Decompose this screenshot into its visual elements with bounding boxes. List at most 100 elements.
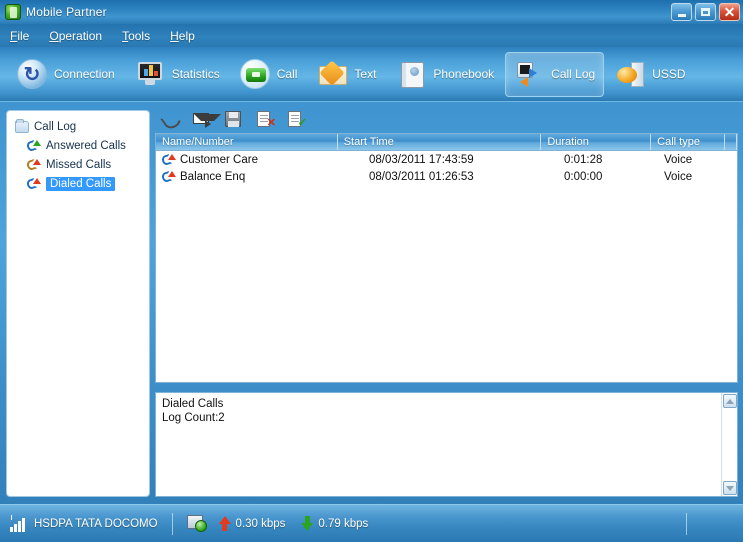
column-header-duration[interactable]: Duration xyxy=(541,134,652,150)
sidebar-label-answered-calls: Answered Calls xyxy=(46,139,126,152)
toolbar-label-ussd: USSD xyxy=(652,67,686,81)
log-panel: Dialed Calls Log Count:2 xyxy=(155,392,738,497)
menu-item-tools[interactable]: Tools xyxy=(122,27,161,45)
cell-name-number: Customer Care xyxy=(156,153,338,167)
cell-duration: 0:01:28 xyxy=(564,153,603,166)
sidebar-label-dialed-calls: Dialed Calls xyxy=(46,176,116,191)
sidebar-tree: Call Log Answered Calls Missed Calls Dia… xyxy=(6,110,150,497)
call-log-table: Name/Number Start Time Duration Call typ… xyxy=(155,133,738,383)
upload-rate-label: 0.30 kbps xyxy=(235,517,286,530)
log-panel-text: Dialed Calls Log Count:2 xyxy=(162,398,225,424)
sidebar-item-dialed-calls[interactable]: Dialed Calls xyxy=(11,174,145,193)
sidebar-item-missed-calls[interactable]: Missed Calls xyxy=(11,155,145,174)
toolbar-label-call-log: Call Log xyxy=(551,67,596,81)
arrow-down-icon xyxy=(301,516,314,531)
content-toolbar: ✕ ✓ xyxy=(155,105,738,133)
send-message-button[interactable] xyxy=(192,109,221,129)
cell-call-type: Voice xyxy=(664,153,693,166)
sidebar-item-answered-calls[interactable]: Answered Calls xyxy=(11,136,145,155)
bar-3 xyxy=(153,71,158,76)
sidebar-label-missed-calls: Missed Calls xyxy=(46,158,112,171)
chevron-up-icon xyxy=(726,398,734,404)
minimize-button[interactable] xyxy=(671,3,692,21)
cell-call-type: Voice xyxy=(664,170,693,183)
column-header-start-time[interactable]: Start Time xyxy=(338,134,542,150)
status-separator-1 xyxy=(171,512,173,535)
minimize-icon xyxy=(677,13,686,17)
phone-incoming-icon xyxy=(25,139,41,153)
close-icon: ✕ xyxy=(723,4,736,20)
scroll-up-button[interactable] xyxy=(723,394,737,408)
main-toolbar: Connection Statistics Call Text Phone xyxy=(0,47,743,102)
table-row[interactable]: Customer Care 08/03/2011 17:43:59 0:01:2… xyxy=(156,151,737,168)
call-button[interactable] xyxy=(161,109,183,129)
menu-label-help-rest: elp xyxy=(178,28,195,43)
app-window: Mobile Partner ✕ File Operation Tools He… xyxy=(0,0,743,542)
export-button[interactable]: ✓ xyxy=(285,109,307,129)
bar-1 xyxy=(143,69,148,76)
handset-icon xyxy=(163,112,179,126)
signal-bars-icon xyxy=(10,514,28,532)
toolbar-tab-phonebook[interactable]: Phonebook xyxy=(387,52,503,97)
menu-item-operation[interactable]: Operation xyxy=(49,27,113,45)
toolbar-label-connection: Connection xyxy=(54,67,115,81)
cell-duration: 0:00:00 xyxy=(564,170,603,183)
maximize-icon xyxy=(701,8,710,16)
sidebar-label-call-log-root: Call Log xyxy=(34,120,77,133)
menu-item-file[interactable]: File xyxy=(10,27,40,45)
menu-bar: File Operation Tools Help xyxy=(0,24,743,47)
sidebar-item-call-log-root[interactable]: Call Log xyxy=(11,117,145,136)
log-scrollbar[interactable] xyxy=(721,393,737,496)
toolbar-tab-connection[interactable]: Connection xyxy=(8,52,124,97)
phone-outgoing-icon xyxy=(160,153,176,167)
connection-status-icon xyxy=(186,515,207,532)
phone-missed-icon xyxy=(25,158,41,172)
arrow-up-icon xyxy=(218,516,231,531)
chevron-down-icon xyxy=(726,485,734,491)
network-operator-label: HSDPA TATA DOCOMO xyxy=(34,517,158,530)
column-header-name-number[interactable]: Name/Number xyxy=(156,134,338,150)
maximize-button[interactable] xyxy=(695,3,716,21)
status-separator-2 xyxy=(686,512,687,535)
toolbar-tab-call-log[interactable]: Call Log xyxy=(505,51,605,97)
arrow-left-orange xyxy=(520,77,529,87)
cell-name-number: Balance Enq xyxy=(156,170,338,184)
close-button[interactable]: ✕ xyxy=(719,3,740,21)
arrow-right-blue xyxy=(529,68,538,78)
toolbar-label-statistics: Statistics xyxy=(171,67,220,81)
phone-outgoing-icon xyxy=(25,177,41,191)
export-badge: ✓ xyxy=(297,117,307,129)
window-controls: ✕ xyxy=(671,3,740,21)
text-icon xyxy=(317,59,348,89)
download-rate-label: 0.79 kbps xyxy=(318,517,369,530)
status-bar: HSDPA TATA DOCOMO 0.30 kbps 0.79 kbps xyxy=(0,504,743,542)
toolbar-label-call: Call xyxy=(276,67,298,81)
monitor-stand xyxy=(144,80,155,85)
delete-badge: ✕ xyxy=(266,117,276,129)
toolbar-tab-text[interactable]: Text xyxy=(308,52,385,97)
scroll-down-button[interactable] xyxy=(723,481,737,495)
bar-2 xyxy=(148,65,153,76)
phonebook-icon xyxy=(396,59,426,89)
menu-label-tools-rest: ools xyxy=(128,28,151,43)
toolbar-tab-call[interactable]: Call xyxy=(231,52,307,97)
toolbar-tab-ussd[interactable]: USSD xyxy=(606,52,694,97)
toolbar-tab-statistics[interactable]: Statistics xyxy=(126,52,229,97)
ussd-icon xyxy=(615,59,645,89)
save-button[interactable] xyxy=(223,109,245,129)
folder-icon xyxy=(15,118,29,133)
column-header-call-type[interactable]: Call type xyxy=(651,134,726,150)
menu-item-help[interactable]: Help xyxy=(170,27,206,45)
connection-icon xyxy=(17,59,47,89)
menu-label-file-rest: ile xyxy=(17,28,30,43)
row-name-text: Balance Enq xyxy=(180,170,246,183)
cell-start-time: 08/03/2011 01:26:53 xyxy=(369,170,474,183)
toolbar-label-phonebook: Phonebook xyxy=(433,67,495,81)
row-name-text: Customer Care xyxy=(180,153,258,166)
column-header-spacer xyxy=(725,134,737,150)
envelope-arrow xyxy=(205,120,211,128)
table-header-row: Name/Number Start Time Duration Call typ… xyxy=(156,134,737,151)
cell-start-time: 08/03/2011 17:43:59 xyxy=(369,153,474,166)
table-row[interactable]: Balance Enq 08/03/2011 01:26:53 0:00:00 … xyxy=(156,168,737,185)
delete-button[interactable]: ✕ xyxy=(254,109,276,129)
